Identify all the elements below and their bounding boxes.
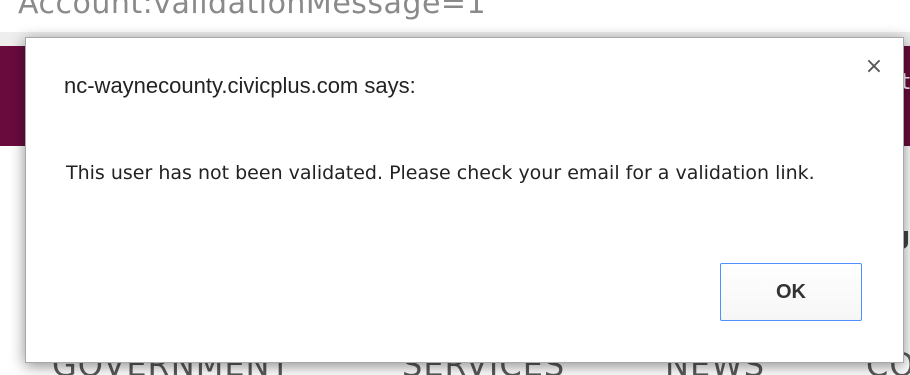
page: Account:validationMessage=1 t g GOVERNME…: [0, 0, 910, 375]
dialog-message: This user has not been validated. Please…: [66, 162, 815, 184]
close-icon[interactable]: ×: [863, 56, 885, 78]
page-header-text: Account:validationMessage=1: [18, 0, 487, 21]
ok-button[interactable]: OK: [720, 263, 862, 321]
alert-dialog: × nc-waynecounty.civicplus.com says: Thi…: [25, 37, 904, 363]
dialog-title: nc-waynecounty.civicplus.com says:: [64, 73, 416, 98]
